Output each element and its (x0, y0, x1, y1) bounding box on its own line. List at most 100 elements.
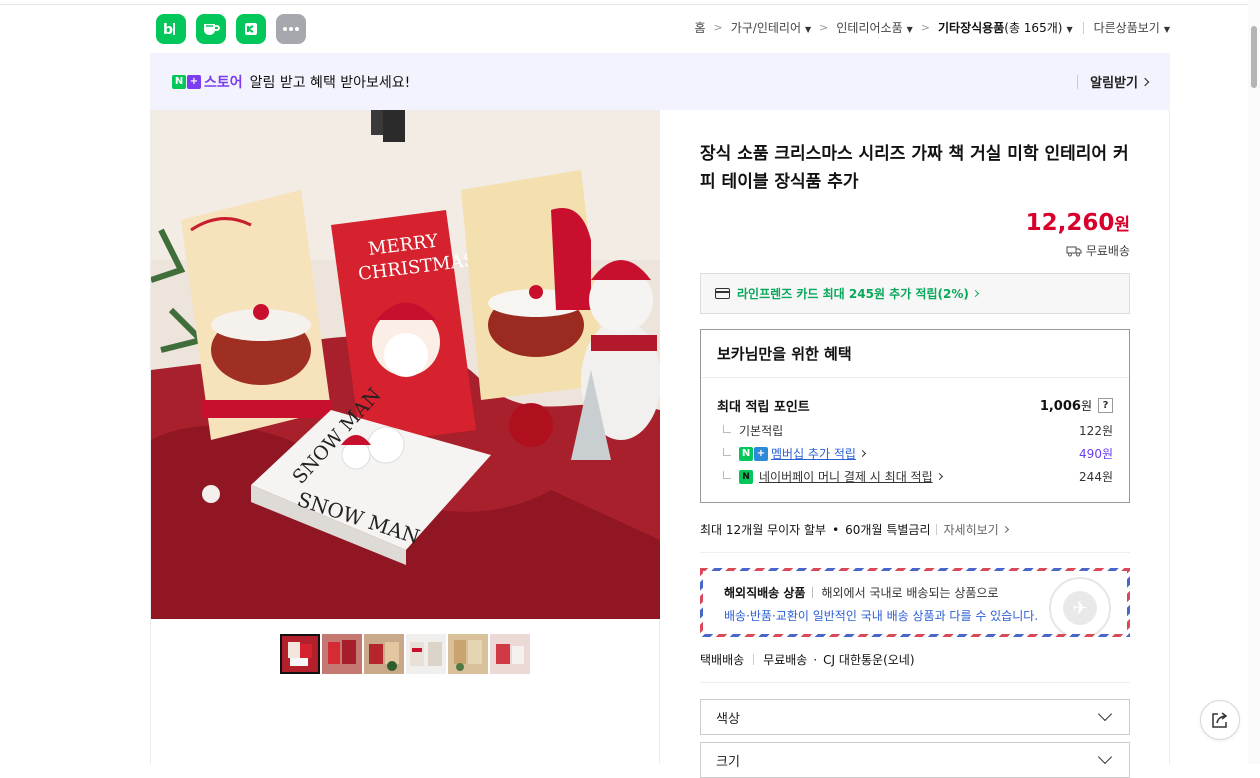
price-currency: 원 (1114, 215, 1130, 235)
store-notification-banner: N + 스토어 알림 받고 혜택 받아보세요! 알림받기 (150, 53, 1170, 110)
cafe-icon[interactable] (196, 14, 226, 44)
credit-card-icon (715, 288, 730, 299)
other-products-label: 다른상품보기 (1093, 21, 1160, 35)
installment-info: 최대 12개월 무이자 할부 • 60개월 특별금리 자세히보기 (700, 521, 1130, 553)
more-apps-icon[interactable] (276, 14, 306, 44)
thumbnail-1[interactable] (280, 634, 320, 674)
airplane-icon: ✈ (1063, 591, 1097, 625)
basic-points-label: 기본적립 (739, 424, 784, 438)
thumbnail-6-image (490, 634, 530, 674)
divider (753, 654, 755, 665)
breadcrumb-separator: > (819, 21, 829, 34)
delivery-info: 택배배송 무료배송 · CJ 대한통운(오네) (700, 651, 1130, 683)
share-button[interactable] (1200, 700, 1240, 740)
breadcrumb-category-3[interactable]: 기타장식용품(총 165개) ▼ (938, 19, 1073, 36)
news-glyph (245, 23, 257, 35)
breadcrumb-category-2[interactable]: 인테리어소품 ▼ (836, 19, 912, 36)
caret-down-icon: ▼ (1163, 25, 1170, 34)
caret-down-icon: ▼ (805, 25, 812, 34)
store-label: 스토어 (204, 74, 243, 91)
banner-message: 알림 받고 혜택 받아보세요! (249, 74, 411, 91)
help-icon[interactable]: ? (1098, 398, 1113, 413)
category-count: (총 165개) (1004, 21, 1063, 35)
scrollbar[interactable] (1248, 0, 1260, 764)
delivery-carrier: CJ 대한통운(오네) (823, 653, 915, 667)
truck-icon (1066, 245, 1082, 256)
tree-line (723, 424, 731, 433)
christmas-books-photo: MERRY CHRISTMAS SNOW MAN SNOW MAN (151, 110, 660, 619)
n-logo-mark: N (739, 446, 753, 461)
max-points-number: 1,006 (1039, 399, 1081, 414)
plus-logo-mark: + (754, 446, 768, 461)
content-border (1169, 110, 1170, 764)
thumbnail-3[interactable] (364, 634, 404, 674)
top-divider (0, 0, 1260, 5)
shipping-info: 무료배송 (700, 242, 1130, 259)
overseas-title: 해외직배송 상품 (724, 586, 806, 600)
breadcrumb-separator: > (713, 21, 723, 34)
color-option-select[interactable]: 색상 (700, 699, 1130, 735)
caret-down-icon: ▼ (906, 25, 913, 34)
thumbnail-4-image (406, 634, 446, 674)
delivery-stamp-icon: ✈ (1049, 577, 1111, 634)
breadcrumb-category-1-label: 가구/인테리어 (730, 21, 802, 35)
breadcrumb-separator: > (920, 21, 931, 34)
max-points-value: 1,006원 (1040, 397, 1092, 414)
membership-points-link[interactable]: 멤버십 추가 적립 (771, 445, 856, 462)
product-image-column: MERRY CHRISTMAS SNOW MAN SNOW MAN (150, 110, 660, 764)
news-icon[interactable] (236, 14, 266, 44)
benefit-row-npay: N 네이버페이 머니 결제 시 최대 적립 244원 (701, 469, 1129, 484)
blog-glyph: b (163, 22, 175, 38)
delivery-fee: 무료배송 (763, 653, 808, 667)
chevron-right-icon (971, 289, 979, 298)
max-points-unit: 원 (1080, 399, 1092, 413)
cup-glyph (204, 24, 220, 35)
blog-icon[interactable]: b (156, 14, 186, 44)
color-option-label: 색상 (716, 711, 740, 727)
installment-details-link[interactable]: 자세히보기 (943, 521, 1009, 538)
breadcrumb-category-2-label: 인테리어소품 (836, 21, 903, 35)
card-benefit-text: 라인프렌즈 카드 최대 245원 추가 적립(2%) (737, 287, 969, 301)
divider (1077, 74, 1079, 89)
delivery-type: 택배배송 (700, 653, 745, 667)
plus-logo-mark: + (187, 74, 201, 89)
chevron-down-icon (1097, 749, 1113, 765)
basic-points-value: 122원 (1079, 424, 1113, 438)
card-benefit-banner[interactable]: 라인프렌즈 카드 최대 245원 추가 적립(2%) (700, 273, 1130, 314)
other-products-button[interactable]: 다른상품보기 ▼ (1094, 19, 1170, 36)
benefit-title: 보카님만을 위한 혜택 (701, 330, 1129, 378)
product-info: 장식 소품 크리스마스 시리즈 가짜 책 거실 미학 인테리어 커피 테이블 장… (700, 110, 1130, 778)
size-option-label: 크기 (716, 754, 740, 770)
breadcrumb-category-3-label: 기타장식용품 (938, 21, 1005, 35)
dot-separator: · (813, 652, 818, 667)
naverpay-points-link[interactable]: 네이버페이 머니 결제 시 최대 적립 (759, 468, 933, 485)
overseas-line-1: 해외직배송 상품 해외에서 국내로 배송되는 상품으로 (724, 584, 1106, 601)
naver-plus-logo: N + (739, 446, 768, 461)
chevron-right-icon (1140, 77, 1150, 86)
chevron-right-icon (935, 472, 943, 481)
chevron-down-icon (1097, 706, 1113, 722)
breadcrumb-category-1[interactable]: 가구/인테리어 ▼ (731, 19, 811, 36)
thumbnail-6[interactable] (490, 634, 530, 674)
benefit-row-membership: N + 멤버십 추가 적립 490원 (701, 446, 1129, 461)
thumbnail-5[interactable] (448, 634, 488, 674)
breadcrumb-home[interactable]: 홈 (694, 19, 705, 36)
thumbnail-3-image (364, 634, 404, 674)
installment-text: 최대 12개월 무이자 할부 (700, 523, 827, 537)
thumbnail-2[interactable] (322, 634, 362, 674)
membership-points-value: 490원 (1079, 447, 1113, 461)
special-rate-text: 60개월 특별금리 (845, 523, 931, 537)
product-main-image[interactable]: MERRY CHRISTMAS SNOW MAN SNOW MAN (151, 110, 660, 619)
product-title: 장식 소품 크리스마스 시리즈 가짜 책 거실 미학 인테리어 커피 테이블 장… (700, 144, 1129, 192)
shipping-label: 무료배송 (1085, 244, 1130, 258)
scrollbar-thumb[interactable] (1251, 26, 1257, 88)
size-option-select[interactable]: 크기 (700, 742, 1130, 778)
notification-button[interactable]: 알림받기 (1077, 72, 1150, 91)
caret-down-icon: ▼ (1066, 25, 1073, 34)
service-icons: b (156, 14, 306, 44)
thumbnail-4[interactable] (406, 634, 446, 674)
naverpay-points-value: 244원 (1079, 470, 1113, 484)
chevron-right-icon (1001, 525, 1009, 534)
naverpay-icon: N (739, 469, 753, 484)
price-value: 12,260 (1025, 210, 1115, 236)
